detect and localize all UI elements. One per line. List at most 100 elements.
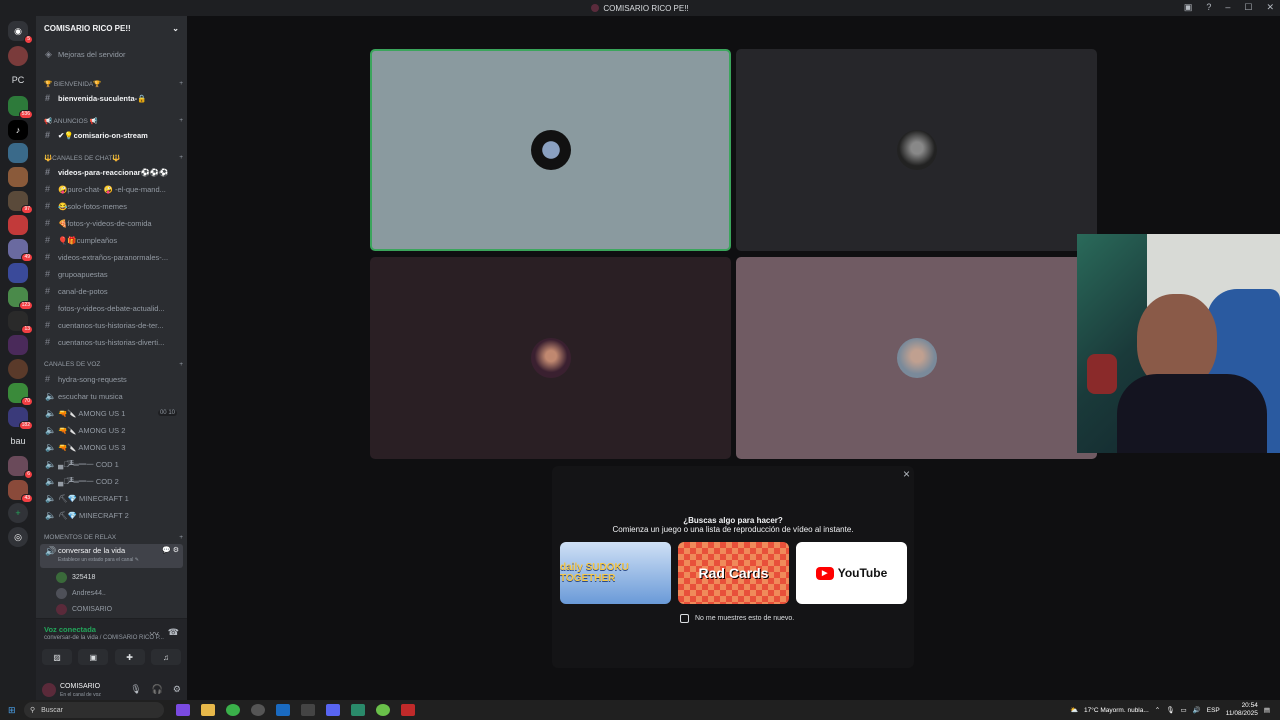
volume-icon[interactable]: 🔊 (1193, 706, 1201, 714)
add-channel-icon[interactable]: + (179, 534, 183, 541)
add-channel-icon[interactable]: + (179, 80, 183, 88)
guild-header[interactable]: COMISARIO RICO PE!! ⌄ (36, 16, 187, 40)
channel-historias-2[interactable]: # cuentanos-tus-historias-diverti... (40, 334, 183, 350)
help-icon[interactable]: ? (1206, 2, 1211, 13)
server-icon[interactable]: 97 (8, 191, 33, 214)
headphones-icon[interactable]: 🎧 (152, 684, 163, 695)
channel-bienvenida[interactable]: # bienvenida-suculenta-🔒 (40, 90, 183, 106)
add-channel-icon[interactable]: + (179, 154, 183, 162)
tray-chevron-icon[interactable]: ⌃ (1155, 706, 1160, 714)
server-icon[interactable] (8, 46, 28, 66)
channel-debate[interactable]: # fotos-y-videos-debate-actualid... (40, 300, 183, 316)
server-icon[interactable]: 49 (8, 239, 33, 262)
app-icon[interactable] (176, 704, 190, 716)
server-icon[interactable]: 13 (8, 311, 33, 334)
discord-icon[interactable] (326, 704, 340, 716)
gear-icon[interactable]: ⚙ (173, 684, 181, 695)
participant-tile[interactable] (370, 49, 731, 251)
server-icon[interactable]: 182 (8, 407, 33, 430)
windows-start-icon[interactable]: ⊞ (8, 705, 16, 716)
inbox-icon[interactable]: ▣ (1184, 2, 1193, 13)
server-boost-item[interactable]: ◈ Mejoras del servidor (40, 46, 183, 62)
channel-hydra[interactable]: # hydra-song-requests (40, 371, 183, 387)
app-icon[interactable] (351, 704, 365, 716)
minimize-button[interactable]: – (1225, 2, 1230, 13)
dont-show-again-row[interactable]: No me muestres esto de nuevo. (680, 614, 794, 623)
channel-reaccionar[interactable]: # videos-para-reaccionar⚽⚽⚽ (40, 164, 183, 180)
notifications-icon[interactable]: ▤ (1264, 706, 1270, 714)
server-icon[interactable]: 6 (8, 456, 33, 479)
voice-channel-path[interactable]: conversar-de la vida / COMISARIO RICO P.… (44, 635, 164, 641)
server-icon[interactable]: 123 (8, 287, 33, 310)
sudoku-activity-card[interactable]: daily SUDOKU TOGETHER (560, 542, 671, 604)
soundboard-button[interactable]: ♫ (150, 649, 181, 665)
category-relax[interactable]: MOMENTOS DE RELAX + (44, 534, 183, 541)
category-bienvenida[interactable]: 🏆 BIENVENIDA🏆 + (44, 80, 183, 88)
server-folder-label[interactable]: PC (0, 75, 36, 85)
server-icon[interactable] (8, 215, 28, 235)
server-icon[interactable]: 43 (8, 480, 33, 503)
clock[interactable]: 20:54 11/08/2025 (1226, 702, 1258, 718)
channel-cumple[interactable]: # 🎈🎁cumpleaños (40, 232, 183, 248)
voice-channel-cod-1[interactable]: 🔈 ▄︻̷̿┻̿═━一 COD 1 (40, 456, 183, 472)
dont-show-again-checkbox[interactable] (680, 614, 689, 623)
app-icon[interactable] (251, 704, 265, 716)
voice-channel-among-3[interactable]: 🔈 🔫🔪 AMONG US 3 (40, 439, 183, 455)
microphone-icon[interactable]: 🎙 (130, 684, 141, 695)
channel-paranormales[interactable]: # videos-extraños-paranormales-... (40, 249, 183, 265)
steam-icon[interactable] (276, 704, 290, 716)
channel-memes[interactable]: # 😂solo-fotos-memes (40, 198, 183, 214)
voice-user[interactable]: Andres44.. (56, 588, 106, 599)
disconnect-icon[interactable]: ☎ (168, 627, 179, 640)
youtube-activity-card[interactable]: ▶ YouTube (796, 542, 907, 604)
category-chat[interactable]: 🔱CANALES DE CHAT🔱 + (44, 154, 183, 162)
rad-cards-activity-card[interactable]: Rad Cards (678, 542, 789, 604)
discover-icon[interactable]: ◎ (8, 527, 28, 547)
category-anuncios[interactable]: 📢 ANUNCIOS 📢 + (44, 117, 183, 125)
voice-channel-among-1[interactable]: 🔈 🔫🔪 AMONG US 1 00 10 (40, 405, 183, 421)
server-folder-label[interactable]: bau (0, 436, 36, 446)
channel-actions-icons[interactable]: 💬 ⚙ (162, 546, 179, 554)
add-channel-icon[interactable]: + (179, 117, 183, 125)
channel-potos[interactable]: # canal-de-potos (40, 283, 183, 299)
channel-historias-1[interactable]: # cuentanos-tus-historias-de-ter... (40, 317, 183, 333)
voice-status[interactable]: Voz conectada (44, 625, 96, 634)
chrome-icon[interactable] (226, 704, 240, 716)
direct-messages-icon[interactable]: ◉ 5 (8, 21, 33, 44)
server-icon[interactable] (8, 167, 28, 187)
add-channel-icon[interactable]: + (179, 361, 183, 368)
server-icon[interactable] (8, 263, 28, 283)
tiktok-server-icon[interactable]: ♪ (8, 120, 28, 140)
server-icon[interactable]: 70 (8, 383, 33, 406)
voice-user[interactable]: 325418 (56, 572, 95, 583)
server-icon[interactable] (8, 359, 28, 379)
server-icon[interactable] (8, 143, 28, 163)
server-icon[interactable] (8, 335, 28, 355)
voice-channel-musica[interactable]: 🔈 escuchar tu musica (40, 388, 183, 404)
noise-suppression-icon[interactable]: 〰 (150, 627, 159, 640)
file-explorer-icon[interactable] (201, 704, 215, 716)
channel-stream[interactable]: # ✔💡comisario-on-stream (40, 127, 183, 143)
voice-channel-minecraft-2[interactable]: 🔈 ⛏💎 MINECRAFT 2 (40, 507, 183, 523)
channel-apuestas[interactable]: # grupoapuestas (40, 266, 183, 282)
voice-user[interactable]: COMISARIO (56, 604, 112, 615)
category-voz[interactable]: CANALES DE VOZ + (44, 361, 183, 368)
voice-channel-minecraft-1[interactable]: 🔈 ⛏💎 MINECRAFT 1 (40, 490, 183, 506)
channel-purochat[interactable]: # 🤪puro-chat- 🤪 -el-que-mand... (40, 181, 183, 197)
network-icon[interactable]: ▭ (1181, 706, 1187, 714)
server-icon[interactable]: 536 (8, 96, 33, 119)
avatar[interactable] (42, 683, 56, 697)
participant-tile[interactable] (736, 49, 1097, 251)
close-icon[interactable]: × (903, 467, 910, 481)
maximize-button[interactable]: ☐ (1244, 2, 1252, 13)
voice-channel-among-2[interactable]: 🔈 🔫🔪 AMONG US 2 (40, 422, 183, 438)
app-icon[interactable] (401, 704, 415, 716)
screen-share-button[interactable]: ▣ (78, 649, 109, 665)
add-server-icon[interactable]: + (8, 503, 28, 523)
participant-tile[interactable] (736, 257, 1097, 459)
voice-channel-cod-2[interactable]: 🔈 ▄︻̷̿┻̿═━一 COD 2 (40, 473, 183, 489)
channel-comida[interactable]: # 🍕fotos-y-videos-de-comida (40, 215, 183, 231)
voice-channel-relax[interactable]: 🔊 conversar de la vida Establece un esta… (40, 544, 183, 568)
camera-off-button[interactable]: ▨ (42, 649, 72, 665)
app-icon[interactable] (301, 704, 315, 716)
